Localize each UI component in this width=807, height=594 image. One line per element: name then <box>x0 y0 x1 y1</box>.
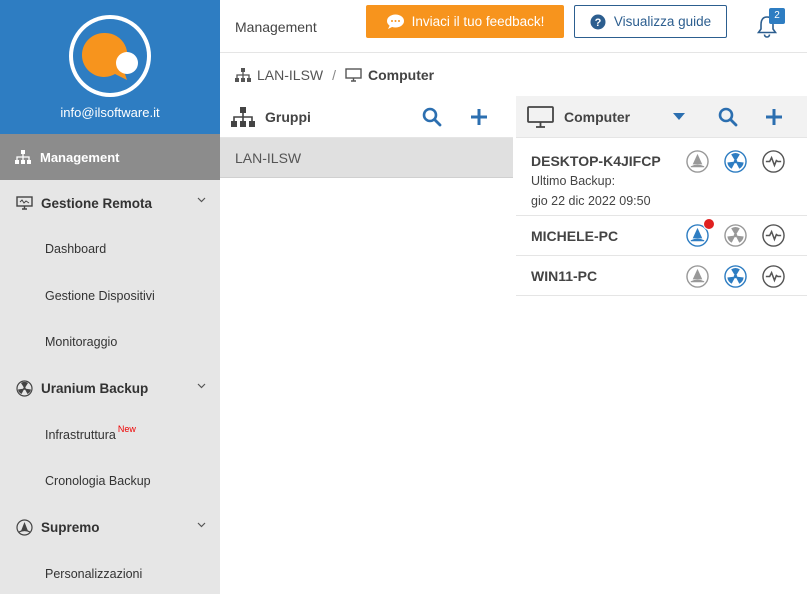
sidebar-group-label: Uranium Backup <box>41 381 149 396</box>
notification-badge: 2 <box>769 8 785 24</box>
chevron-down-icon <box>197 383 206 388</box>
search-icon <box>422 107 442 127</box>
sort-dropdown-button[interactable] <box>668 106 690 128</box>
search-computers-button[interactable] <box>717 106 739 128</box>
monitoring-icon[interactable] <box>762 265 785 288</box>
computers-panel: Computer DESKTOP-K4JIFCP Ultimo Backup: … <box>516 96 807 594</box>
monitor-icon <box>345 67 362 82</box>
breadcrumb: LAN-ILSW / Computer <box>220 54 807 95</box>
add-computer-button[interactable] <box>763 106 785 128</box>
guide-button[interactable]: ? Visualizza guide <box>574 5 727 38</box>
top-bar: Management Inviaci il tuo feedback! ? Vi… <box>220 0 807 53</box>
help-icon: ? <box>590 14 606 29</box>
chevron-down-icon <box>197 522 206 527</box>
supremo-icon <box>15 519 33 537</box>
sidebar-item-monitoraggio[interactable]: Monitoraggio <box>0 319 220 366</box>
sidebar: info@ilsoftware.it Management Gestione R… <box>0 0 220 594</box>
search-groups-button[interactable] <box>421 106 443 128</box>
computers-header: Computer <box>516 96 807 138</box>
groups-title: Gruppi <box>265 108 311 125</box>
account-email: info@ilsoftware.it <box>60 105 160 120</box>
sidebar-group-gestione-remota[interactable]: Gestione Remota <box>0 180 220 226</box>
search-icon <box>718 107 738 127</box>
plus-icon <box>471 109 487 125</box>
guide-label: Visualizza guide <box>613 14 712 29</box>
computer-row[interactable]: WIN11-PC <box>516 256 807 296</box>
uranium-blue-icon[interactable] <box>724 150 747 173</box>
alert-dot <box>703 218 715 230</box>
network-icon <box>15 150 31 164</box>
sidebar-group-label: Gestione Remota <box>41 195 153 211</box>
sidebar-group-uranium-backup[interactable]: Uranium Backup <box>0 366 220 412</box>
breadcrumb-root[interactable]: LAN-ILSW <box>257 67 323 83</box>
feedback-button[interactable]: Inviaci il tuo feedback! <box>366 5 564 38</box>
sidebar-group-label: Supremo <box>41 520 100 535</box>
sidebar-header: info@ilsoftware.it <box>0 0 220 134</box>
chevron-down-icon <box>197 197 206 203</box>
sidebar-item-label: Management <box>40 149 120 165</box>
monitor-icon <box>527 105 554 128</box>
computers-title: Computer <box>564 108 631 125</box>
sidebar-item-dashboard[interactable]: Dashboard <box>0 226 220 273</box>
monitoring-icon[interactable] <box>762 224 785 247</box>
computer-row[interactable]: MICHELE-PC <box>516 216 807 256</box>
group-row[interactable]: LAN-ILSW <box>220 138 513 178</box>
last-backup-date: gio 22 dic 2022 09:50 <box>531 194 651 208</box>
last-backup-label: Ultimo Backup: <box>531 174 616 188</box>
monitoring-icon[interactable] <box>762 150 785 173</box>
uranium-blue-icon[interactable] <box>724 265 747 288</box>
feedback-label: Inviaci il tuo feedback! <box>411 14 545 29</box>
breadcrumb-separator: / <box>332 66 337 83</box>
network-icon <box>235 67 251 82</box>
chat-icon <box>386 14 404 29</box>
radiation-icon <box>15 380 33 398</box>
add-group-button[interactable] <box>468 106 490 128</box>
groups-panel: Gruppi LAN-ILSW <box>220 96 513 594</box>
sidebar-item-gestione-dispositivi[interactable]: Gestione Dispositivi <box>0 273 220 320</box>
sidebar-item-personalizzazioni[interactable]: Personalizzazioni <box>0 551 220 594</box>
sidebar-group-supremo[interactable]: Supremo <box>0 505 220 551</box>
sidebar-item-management[interactable]: Management <box>0 134 220 180</box>
svg-text:?: ? <box>594 17 601 29</box>
new-badge: New <box>117 423 136 434</box>
breadcrumb-current: Computer <box>368 66 435 83</box>
sidebar-item-label: Infrastruttura <box>45 427 116 442</box>
supremo-gray-icon[interactable] <box>686 150 709 173</box>
caret-down-icon <box>673 113 685 120</box>
page-title: Management <box>235 19 317 35</box>
supremo-status[interactable] <box>686 218 715 247</box>
computer-row[interactable]: DESKTOP-K4JIFCP Ultimo Backup: gio 22 di… <box>516 138 807 216</box>
sidebar-item-cronologia-backup[interactable]: Cronologia Backup <box>0 458 220 505</box>
logo-icon <box>69 15 151 97</box>
sidebar-item-infrastruttura[interactable]: Infrastruttura New <box>0 412 220 459</box>
plus-icon <box>766 109 782 125</box>
supremo-gray-icon[interactable] <box>686 265 709 288</box>
monitor-icon <box>15 194 33 212</box>
groups-header: Gruppi <box>220 96 513 138</box>
uranium-gray-icon[interactable] <box>724 224 747 247</box>
network-icon <box>231 106 255 127</box>
